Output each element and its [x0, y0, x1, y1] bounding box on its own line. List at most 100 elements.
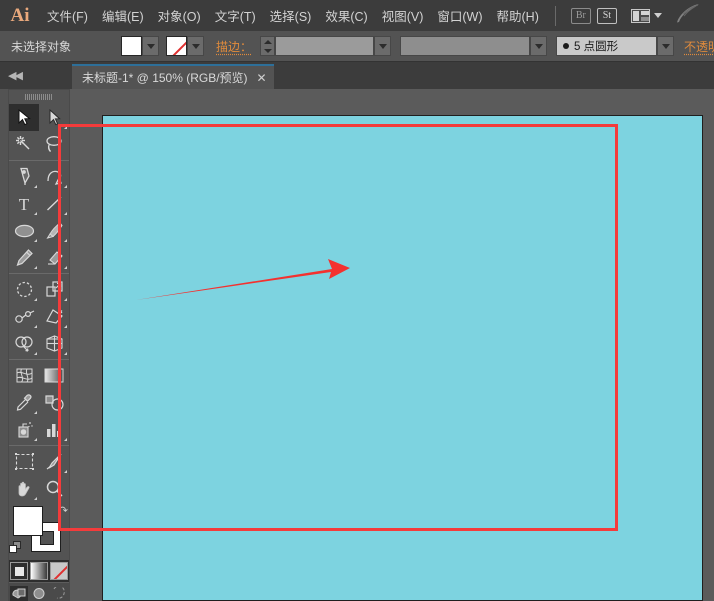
tool-flyout-corner-icon: [64, 239, 67, 242]
lasso-tool[interactable]: [39, 131, 69, 158]
eraser-tool[interactable]: [39, 244, 69, 271]
tool-flyout-corner-icon: [34, 212, 37, 215]
tool-flyout-corner-icon: [64, 266, 67, 269]
width-tool[interactable]: [9, 303, 39, 330]
pencil-tool[interactable]: [9, 244, 39, 271]
fill-color-swatch[interactable]: [121, 36, 142, 56]
tools-divider-1: [9, 160, 69, 161]
symbol-sprayer-tool[interactable]: [9, 416, 39, 443]
brush-preview-icon: [563, 43, 569, 49]
menu-type[interactable]: 文字(T): [208, 1, 263, 30]
type-tool[interactable]: T: [9, 190, 39, 217]
tool-flyout-corner-icon: [34, 497, 37, 500]
pen-tool[interactable]: [9, 163, 39, 190]
menu-select[interactable]: 选择(S): [263, 1, 319, 30]
document-tab[interactable]: 未标题-1* @ 150% (RGB/预览) ✕: [72, 64, 274, 89]
tools-panel-grip[interactable]: [9, 90, 69, 104]
chevron-down-icon: [147, 44, 155, 49]
selection-tool[interactable]: [9, 104, 39, 131]
ellipse-tool[interactable]: [9, 217, 39, 244]
hand-tool[interactable]: [9, 475, 39, 502]
menu-view[interactable]: 视图(V): [375, 1, 431, 30]
tool-flyout-corner-icon: [34, 298, 37, 301]
fill-color-dropdown[interactable]: [142, 36, 159, 56]
menu-object[interactable]: 对象(O): [151, 1, 208, 30]
stroke-color-dropdown[interactable]: [187, 36, 204, 56]
canvas-area[interactable]: [70, 89, 714, 601]
draw-inside-button[interactable]: [50, 586, 68, 601]
collapse-panel-icon: ◀◀: [8, 69, 21, 82]
slice-tool[interactable]: [39, 448, 69, 475]
stroke-profile-control[interactable]: [400, 36, 547, 56]
app-logo: Ai: [0, 5, 40, 27]
document-tab-bar: ◀◀ 未标题-1* @ 150% (RGB/预览) ✕: [0, 62, 714, 89]
fill-stroke-proxy: ↷: [9, 504, 69, 560]
control-bar: 未选择对象 描边：: [0, 31, 714, 62]
draw-normal-button[interactable]: [10, 586, 28, 601]
rotate-tool[interactable]: [9, 276, 39, 303]
line-segment-tool[interactable]: [39, 190, 69, 217]
brush-definition-field[interactable]: 5 点圆形: [556, 36, 657, 56]
solid-color-button[interactable]: [10, 562, 28, 580]
menu-help[interactable]: 帮助(H): [490, 1, 546, 30]
stroke-weight-control[interactable]: [260, 36, 391, 56]
artboard-tool[interactable]: [9, 448, 39, 475]
brush-definition-dropdown[interactable]: [657, 36, 674, 56]
stroke-weight-stepper[interactable]: [260, 36, 275, 56]
stock-button[interactable]: St: [597, 8, 617, 24]
tool-flyout-corner-icon: [64, 298, 67, 301]
tool-flyout-corner-icon: [64, 438, 67, 441]
curvature-tool[interactable]: [39, 163, 69, 190]
menu-window[interactable]: 窗口(W): [430, 1, 489, 30]
bridge-button[interactable]: Br: [571, 8, 591, 24]
stroke-profile-dropdown[interactable]: [530, 36, 547, 56]
tool-flyout-corner-icon: [34, 438, 37, 441]
gradient-button[interactable]: [30, 562, 48, 580]
fill-proxy-swatch[interactable]: [13, 506, 43, 536]
collapse-panel-button[interactable]: ◀◀: [0, 62, 70, 89]
default-fill-stroke-icon[interactable]: [9, 541, 22, 554]
feather-brush-icon: [674, 2, 700, 29]
no-color-button[interactable]: [50, 562, 68, 580]
tool-flyout-corner-icon: [64, 126, 67, 129]
menu-file[interactable]: 文件(F): [40, 1, 95, 30]
tool-flyout-corner-icon: [64, 470, 67, 473]
stroke-color-control[interactable]: [166, 36, 204, 56]
workspace-switcher[interactable]: [631, 9, 662, 23]
column-graph-tool[interactable]: [39, 416, 69, 443]
swap-fill-stroke-icon[interactable]: ↷: [59, 504, 68, 517]
direct-selection-tool[interactable]: [39, 104, 69, 131]
chevron-down-icon: [192, 44, 200, 49]
close-tab-icon[interactable]: ✕: [257, 72, 267, 84]
tool-flyout-corner-icon: [34, 185, 37, 188]
fill-mode-buttons: [9, 560, 69, 582]
eyedropper-tool[interactable]: [9, 389, 39, 416]
brush-definition-control[interactable]: 5 点圆形: [556, 36, 674, 56]
shape-builder-tool[interactable]: [9, 330, 39, 357]
tool-flyout-corner-icon: [34, 325, 37, 328]
free-transform-tool[interactable]: [39, 303, 69, 330]
stroke-weight-dropdown[interactable]: [374, 36, 391, 56]
zoom-tool[interactable]: [39, 475, 69, 502]
stepper-up-icon: [264, 40, 272, 44]
blend-tool[interactable]: [39, 389, 69, 416]
perspective-grid-tool[interactable]: [39, 330, 69, 357]
draw-behind-button[interactable]: [30, 586, 48, 601]
stroke-profile-field[interactable]: [400, 36, 530, 56]
tool-flyout-corner-icon: [64, 352, 67, 355]
stroke-weight-field[interactable]: [275, 36, 374, 56]
gradient-tool[interactable]: [39, 362, 69, 389]
magic-wand-tool[interactable]: [9, 131, 39, 158]
tool-flyout-corner-icon: [64, 212, 67, 215]
stroke-weight-label[interactable]: 描边：: [216, 38, 252, 55]
paintbrush-tool[interactable]: [39, 217, 69, 244]
menu-edit[interactable]: 编辑(E): [95, 1, 151, 30]
mesh-tool[interactable]: [9, 362, 39, 389]
tool-flyout-corner-icon: [34, 266, 37, 269]
scale-tool[interactable]: [39, 276, 69, 303]
opacity-label[interactable]: 不透明度：: [684, 38, 714, 55]
fill-color-control[interactable]: [121, 36, 159, 56]
menu-effect[interactable]: 效果(C): [318, 1, 374, 30]
artboard[interactable]: [102, 115, 703, 601]
stroke-color-swatch[interactable]: [166, 36, 187, 56]
